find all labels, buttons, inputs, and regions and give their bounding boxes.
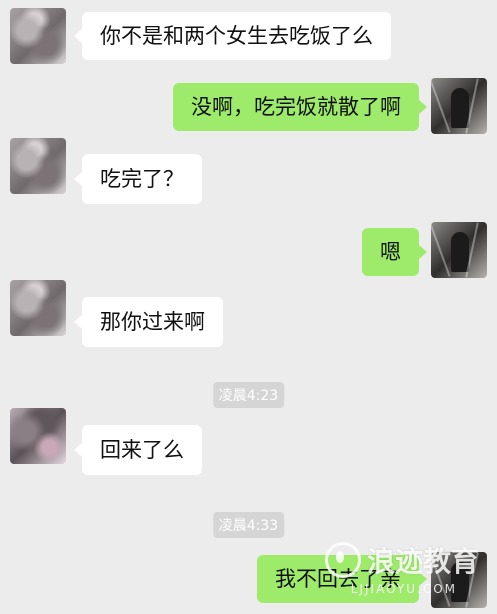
timestamp-text: 凌晨4:33 [218,518,279,534]
message-bubble[interactable]: 回来了么 [82,425,202,475]
message-bubble[interactable]: 那你过来啊 [82,297,223,347]
contact-avatar[interactable] [10,280,66,336]
contact-avatar[interactable] [10,8,66,64]
message-text: 吃完了？ [100,166,184,191]
message-text: 嗯 [380,239,401,264]
message-text: 回来了么 [100,437,184,462]
timestamp-badge: 凌晨4:23 [212,382,285,408]
self-avatar[interactable] [431,222,487,278]
message-text: 那你过来啊 [100,309,205,334]
message-bubble[interactable]: 嗯 [362,228,419,276]
message-text: 没啊，吃完饭就散了啊 [191,94,401,119]
watermark-brand: 浪迹教育 [366,545,479,578]
watermark-logo: 浪迹教育 [324,540,479,580]
message-bubble[interactable]: 没啊，吃完饭就散了啊 [173,83,419,131]
timestamp-text: 凌晨4:23 [218,388,279,404]
message-text: 你不是和两个女生去吃饭了么 [100,23,373,48]
message-bubble[interactable]: 你不是和两个女生去吃饭了么 [82,12,391,60]
watermark-subtext: LJJIAOYU.COM [350,582,457,596]
self-avatar[interactable] [431,78,487,134]
contact-avatar[interactable] [10,138,66,194]
chat-window: 你不是和两个女生去吃饭了么 没啊，吃完饭就散了啊 吃完了？ 嗯 那你过来啊 凌晨… [0,0,497,614]
brand-logo-icon [324,542,361,578]
contact-avatar[interactable] [10,408,66,464]
timestamp-badge: 凌晨4:33 [212,512,285,538]
message-bubble[interactable]: 吃完了？ [82,154,202,204]
